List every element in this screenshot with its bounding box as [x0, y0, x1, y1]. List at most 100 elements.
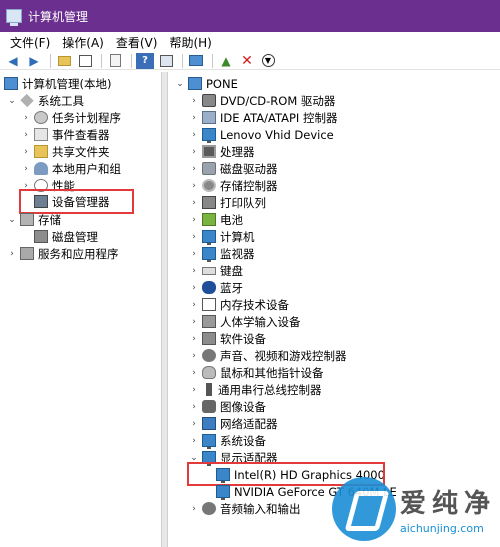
chevron-right-icon[interactable]: ›	[188, 385, 200, 395]
up-folder-icon[interactable]	[55, 53, 73, 69]
chevron-down-icon[interactable]: ⌄	[174, 79, 186, 89]
view-icon[interactable]	[157, 53, 175, 69]
tree-item-local-users[interactable]: › 本地用户和组	[20, 160, 121, 177]
device-category[interactable]: › IDE ATA/ATAPI 控制器	[188, 109, 337, 126]
dvd-drive-icon	[202, 94, 216, 107]
properties-icon[interactable]	[106, 53, 124, 69]
download-icon[interactable]: ▼	[259, 53, 277, 69]
network-adapter-icon	[202, 417, 216, 430]
services-icon	[20, 247, 34, 260]
chevron-right-icon[interactable]: ›	[188, 368, 200, 378]
pane-splitter[interactable]	[161, 72, 168, 547]
device-category[interactable]: › 磁盘驱动器	[188, 160, 277, 177]
chevron-right-icon[interactable]: ›	[188, 317, 200, 327]
device-category[interactable]: › 内存技术设备	[188, 296, 289, 313]
device-category[interactable]: › 计算机	[188, 228, 255, 245]
chevron-right-icon[interactable]: ›	[188, 113, 200, 123]
chevron-right-icon[interactable]: ›	[188, 130, 200, 140]
monitor-icon[interactable]	[187, 53, 205, 69]
chevron-right-icon[interactable]: ›	[188, 215, 200, 225]
back-arrow-icon[interactable]: ◀	[4, 53, 22, 69]
tree-item-shared-folders[interactable]: › 共享文件夹	[20, 143, 110, 160]
device-category[interactable]: › 通用串行总线控制器	[188, 381, 321, 398]
software-device-icon	[202, 332, 216, 345]
chevron-right-icon[interactable]: ›	[188, 198, 200, 208]
chevron-right-icon[interactable]: ›	[20, 113, 32, 123]
chevron-right-icon[interactable]: ›	[188, 419, 200, 429]
device-category[interactable]: › 图像设备	[188, 398, 266, 415]
menu-action[interactable]: 操作(A)	[56, 34, 110, 51]
device-category[interactable]: › 蓝牙	[188, 279, 243, 296]
chevron-right-icon[interactable]: ›	[188, 266, 200, 276]
chevron-right-icon[interactable]: ›	[6, 249, 18, 259]
device-category-label: 键盘	[220, 263, 243, 278]
chevron-right-icon[interactable]: ›	[188, 181, 200, 191]
chevron-down-icon[interactable]: ⌄	[6, 96, 18, 106]
chevron-down-icon[interactable]: ⌄	[6, 215, 18, 225]
device-category-label: 声音、视频和游戏控制器	[220, 348, 347, 363]
device-category[interactable]: › 监视器	[188, 245, 255, 262]
device-category[interactable]: › 存储控制器	[188, 177, 277, 194]
device-category[interactable]: › 键盘	[188, 262, 243, 279]
chevron-right-icon[interactable]: ›	[188, 300, 200, 310]
chevron-right-icon[interactable]: ›	[188, 283, 200, 293]
device-category-label: 软件设备	[220, 331, 266, 346]
menu-view[interactable]: 查看(V)	[110, 34, 164, 51]
chevron-down-icon[interactable]: ⌄	[188, 453, 200, 463]
tree-item-event-viewer[interactable]: › 事件查看器	[20, 126, 110, 143]
device-category-label: 蓝牙	[220, 280, 243, 295]
tree-storage[interactable]: ⌄ 存储	[6, 211, 61, 228]
disk-management-icon	[34, 230, 48, 243]
tree-system-tools[interactable]: ⌄ 系统工具	[6, 92, 84, 109]
chevron-right-icon[interactable]: ›	[188, 147, 200, 157]
device-category-label: Lenovo Vhid Device	[220, 127, 334, 142]
device-category-label: 计算机	[220, 229, 255, 244]
device-category-label: 系统设备	[220, 433, 266, 448]
device-category[interactable]: › 声音、视频和游戏控制器	[188, 347, 347, 364]
audio-icon	[202, 502, 216, 515]
tree-root-label: 计算机管理(本地)	[22, 76, 112, 91]
device-category[interactable]: › 音频输入和输出	[188, 500, 300, 517]
device-category[interactable]: › 鼠标和其他指针设备	[188, 364, 323, 381]
device-category-label: 处理器	[220, 144, 255, 159]
device-tree-root[interactable]: ⌄ PONE	[174, 75, 238, 92]
device-category-label: 人体学输入设备	[220, 314, 301, 329]
chevron-right-icon[interactable]: ›	[20, 130, 32, 140]
watermark-url: aichunjing.com	[399, 522, 484, 535]
chevron-right-icon[interactable]: ›	[188, 334, 200, 344]
event-viewer-label: 事件查看器	[52, 127, 110, 142]
device-category[interactable]: › 系统设备	[188, 432, 266, 449]
tree-item-task-scheduler[interactable]: › 任务计划程序	[20, 109, 121, 126]
menu-file[interactable]: 文件(F)	[4, 34, 56, 51]
tree-services[interactable]: › 服务和应用程序	[6, 245, 118, 262]
tree-item-disk-management[interactable]: 磁盘管理	[32, 228, 98, 245]
chevron-right-icon[interactable]: ›	[188, 249, 200, 259]
show-tree-icon[interactable]	[76, 53, 94, 69]
shared-folders-label: 共享文件夹	[52, 144, 110, 159]
chevron-right-icon[interactable]: ›	[188, 96, 200, 106]
device-category[interactable]: › Lenovo Vhid Device	[188, 126, 334, 143]
device-category[interactable]: › DVD/CD-ROM 驱动器	[188, 92, 335, 109]
device-category[interactable]: › 人体学输入设备	[188, 313, 301, 330]
chevron-right-icon[interactable]: ›	[188, 164, 200, 174]
device-category[interactable]: › 软件设备	[188, 330, 266, 347]
chevron-right-icon[interactable]: ›	[188, 436, 200, 446]
chevron-right-icon[interactable]: ›	[188, 402, 200, 412]
menu-help[interactable]: 帮助(H)	[163, 34, 217, 51]
chevron-right-icon[interactable]: ›	[20, 147, 32, 157]
human-interface-icon	[202, 315, 216, 328]
uninstall-icon[interactable]: ✕	[238, 53, 256, 69]
device-category[interactable]: › 网络适配器	[188, 415, 277, 432]
chevron-right-icon[interactable]: ›	[188, 351, 200, 361]
help-icon[interactable]: ?	[136, 52, 154, 69]
device-category[interactable]: › 打印队列	[188, 194, 266, 211]
forward-arrow-icon[interactable]: ▶	[25, 53, 43, 69]
add-driver-icon[interactable]: ▲	[217, 53, 235, 69]
tree-root[interactable]: 计算机管理(本地)	[4, 75, 111, 92]
chevron-right-icon[interactable]: ›	[20, 164, 32, 174]
storage-label: 存储	[38, 212, 61, 227]
chevron-right-icon[interactable]: ›	[188, 504, 200, 514]
device-category[interactable]: › 处理器	[188, 143, 255, 160]
device-category[interactable]: › 电池	[188, 211, 243, 228]
chevron-right-icon[interactable]: ›	[188, 232, 200, 242]
